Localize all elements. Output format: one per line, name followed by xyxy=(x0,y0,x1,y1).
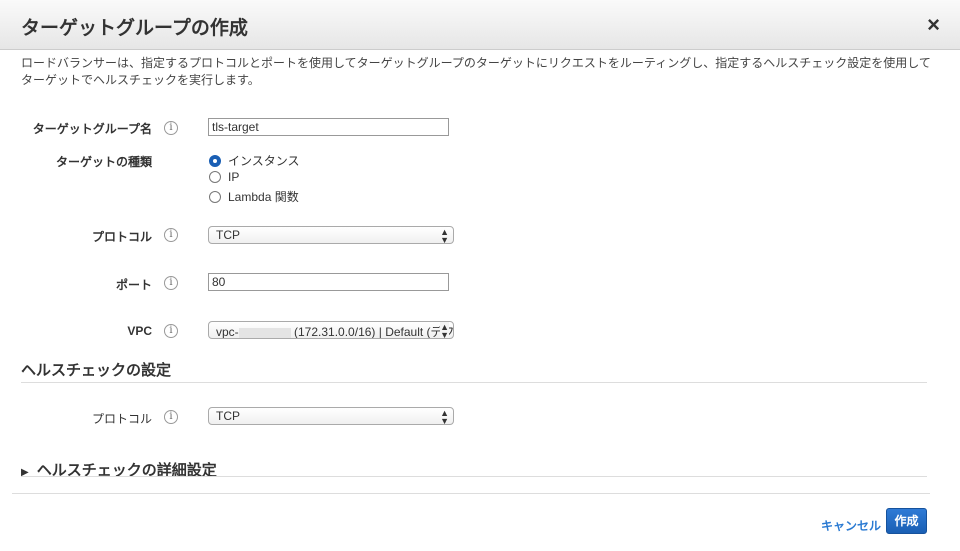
close-icon[interactable]: × xyxy=(927,12,940,38)
dialog-description: ロードバランサーは、指定するプロトコルとポートを使用してターゲットグループのター… xyxy=(21,56,931,87)
vpc-label: VPC xyxy=(127,324,152,338)
info-icon[interactable]: i xyxy=(164,121,178,135)
dialog-header: ターゲットグループの作成 × xyxy=(0,0,960,50)
redacted-vpc-id xyxy=(238,327,291,338)
info-icon[interactable]: i xyxy=(164,276,178,290)
select-arrows-icon: ▲ ▼ xyxy=(440,322,449,339)
radio-unchecked-icon xyxy=(209,171,221,183)
target-type-lambda-radio[interactable]: Lambda 関数 xyxy=(209,188,299,205)
divider xyxy=(21,382,927,383)
protocol-label: プロトコル xyxy=(91,230,152,244)
info-icon[interactable]: i xyxy=(164,410,178,424)
target-type-ip-radio[interactable]: IP xyxy=(209,170,239,184)
vpc-prefix: vpc- xyxy=(216,325,239,339)
select-value: TCP xyxy=(216,228,240,242)
select-value: TCP xyxy=(216,409,240,423)
port-label: ポート xyxy=(115,278,152,292)
radio-label: インスタンス xyxy=(228,154,300,168)
vpc-select[interactable]: vpc- (172.31.0.0/16) | Default (デフ ▲ ▼ xyxy=(208,321,454,339)
radio-unchecked-icon xyxy=(209,190,221,203)
dialog-title: ターゲットグループの作成 xyxy=(21,18,248,39)
cancel-button[interactable]: キャンセル xyxy=(821,517,881,534)
health-protocol-label: プロトコル xyxy=(91,412,152,426)
health-protocol-select[interactable]: TCP ▲ ▼ xyxy=(208,407,454,425)
info-icon[interactable]: i xyxy=(164,228,178,242)
protocol-select[interactable]: TCP ▲ ▼ xyxy=(208,226,454,244)
radio-checked-icon xyxy=(209,154,221,167)
select-arrows-icon: ▲ ▼ xyxy=(440,408,449,425)
divider xyxy=(21,476,927,477)
health-check-section-title: ヘルスチェックの設定 xyxy=(21,362,172,379)
port-input[interactable] xyxy=(208,273,449,291)
target-group-name-label: ターゲットグループ名 xyxy=(32,122,152,136)
radio-label: IP xyxy=(228,170,240,184)
select-arrows-icon: ▲ ▼ xyxy=(440,227,449,244)
vpc-suffix: (172.31.0.0/16) | Default (デフ xyxy=(294,325,454,339)
footer-divider xyxy=(12,493,930,494)
create-button[interactable]: 作成 xyxy=(886,508,927,534)
target-type-label: ターゲットの種類 xyxy=(55,155,152,169)
radio-label: Lambda 関数 xyxy=(228,190,299,204)
info-icon[interactable]: i xyxy=(164,324,178,338)
target-group-name-input[interactable] xyxy=(208,118,449,136)
target-type-instance-radio[interactable]: インスタンス xyxy=(209,152,300,169)
